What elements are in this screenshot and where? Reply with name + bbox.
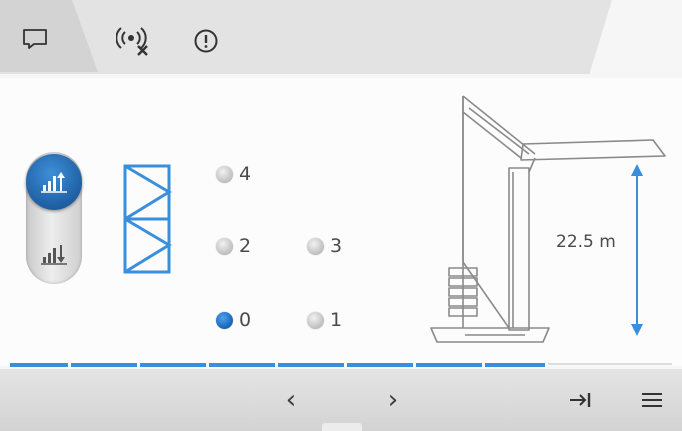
level-label: 0: [239, 309, 252, 331]
lower-mode-button[interactable]: [26, 226, 82, 282]
crane-diagram: [425, 92, 670, 352]
info-icon: [194, 29, 218, 53]
progress-segment: [485, 363, 545, 367]
signal-off-icon: [116, 27, 148, 56]
skip-to-end-button[interactable]: [560, 383, 600, 417]
tab-bar: [0, 0, 682, 78]
raise-mast-icon: [41, 172, 67, 193]
radio-button[interactable]: [307, 237, 324, 255]
level-label: 3: [330, 235, 343, 257]
level-label: 2: [239, 235, 252, 257]
radio-button-selected[interactable]: [216, 311, 233, 329]
mast-section-icon: [123, 164, 172, 274]
level-label: 4: [239, 163, 252, 185]
tab-info[interactable]: [193, 28, 219, 54]
tab-messages[interactable]: [22, 26, 48, 52]
crane-icon: [430, 95, 666, 343]
height-arrow: [631, 164, 643, 336]
skip-to-end-icon: [570, 393, 591, 407]
progress-segment: [140, 363, 206, 367]
level-option-1[interactable]: 1: [307, 309, 342, 331]
progress-segment: [10, 363, 68, 367]
mast-section: [122, 164, 172, 280]
next-button[interactable]: ›: [373, 383, 413, 417]
level-label: 1: [330, 309, 343, 331]
level-option-3[interactable]: 3: [307, 235, 342, 257]
bottom-nav-bar: ‹ ›: [0, 369, 682, 431]
progress-segment: [347, 363, 413, 367]
message-icon: [23, 29, 47, 49]
mode-toggle[interactable]: [26, 152, 82, 284]
progress-segment: [209, 363, 275, 367]
lower-mast-icon: [41, 245, 67, 265]
next-label: ›: [387, 385, 399, 415]
progress-segment: [416, 363, 482, 367]
level-option-4[interactable]: 4: [216, 163, 251, 185]
progress-segment: [278, 363, 344, 367]
menu-button[interactable]: [632, 383, 672, 417]
progress-segment: [71, 363, 137, 367]
previous-label: ‹: [285, 385, 297, 415]
height-value: 22.5 m: [556, 232, 616, 252]
tab-bar-background: [0, 0, 612, 74]
tab-signal[interactable]: [116, 24, 152, 58]
previous-button[interactable]: ‹: [271, 383, 311, 417]
radio-button[interactable]: [216, 237, 233, 255]
progress-track-remaining: [548, 363, 672, 365]
radio-button[interactable]: [216, 165, 233, 183]
menu-icon: [642, 393, 662, 407]
raise-mode-button[interactable]: [26, 154, 82, 210]
level-option-2[interactable]: 2: [216, 235, 251, 257]
radio-button[interactable]: [307, 311, 324, 329]
drawer-handle[interactable]: [322, 423, 362, 431]
level-option-0[interactable]: 0: [216, 309, 251, 331]
